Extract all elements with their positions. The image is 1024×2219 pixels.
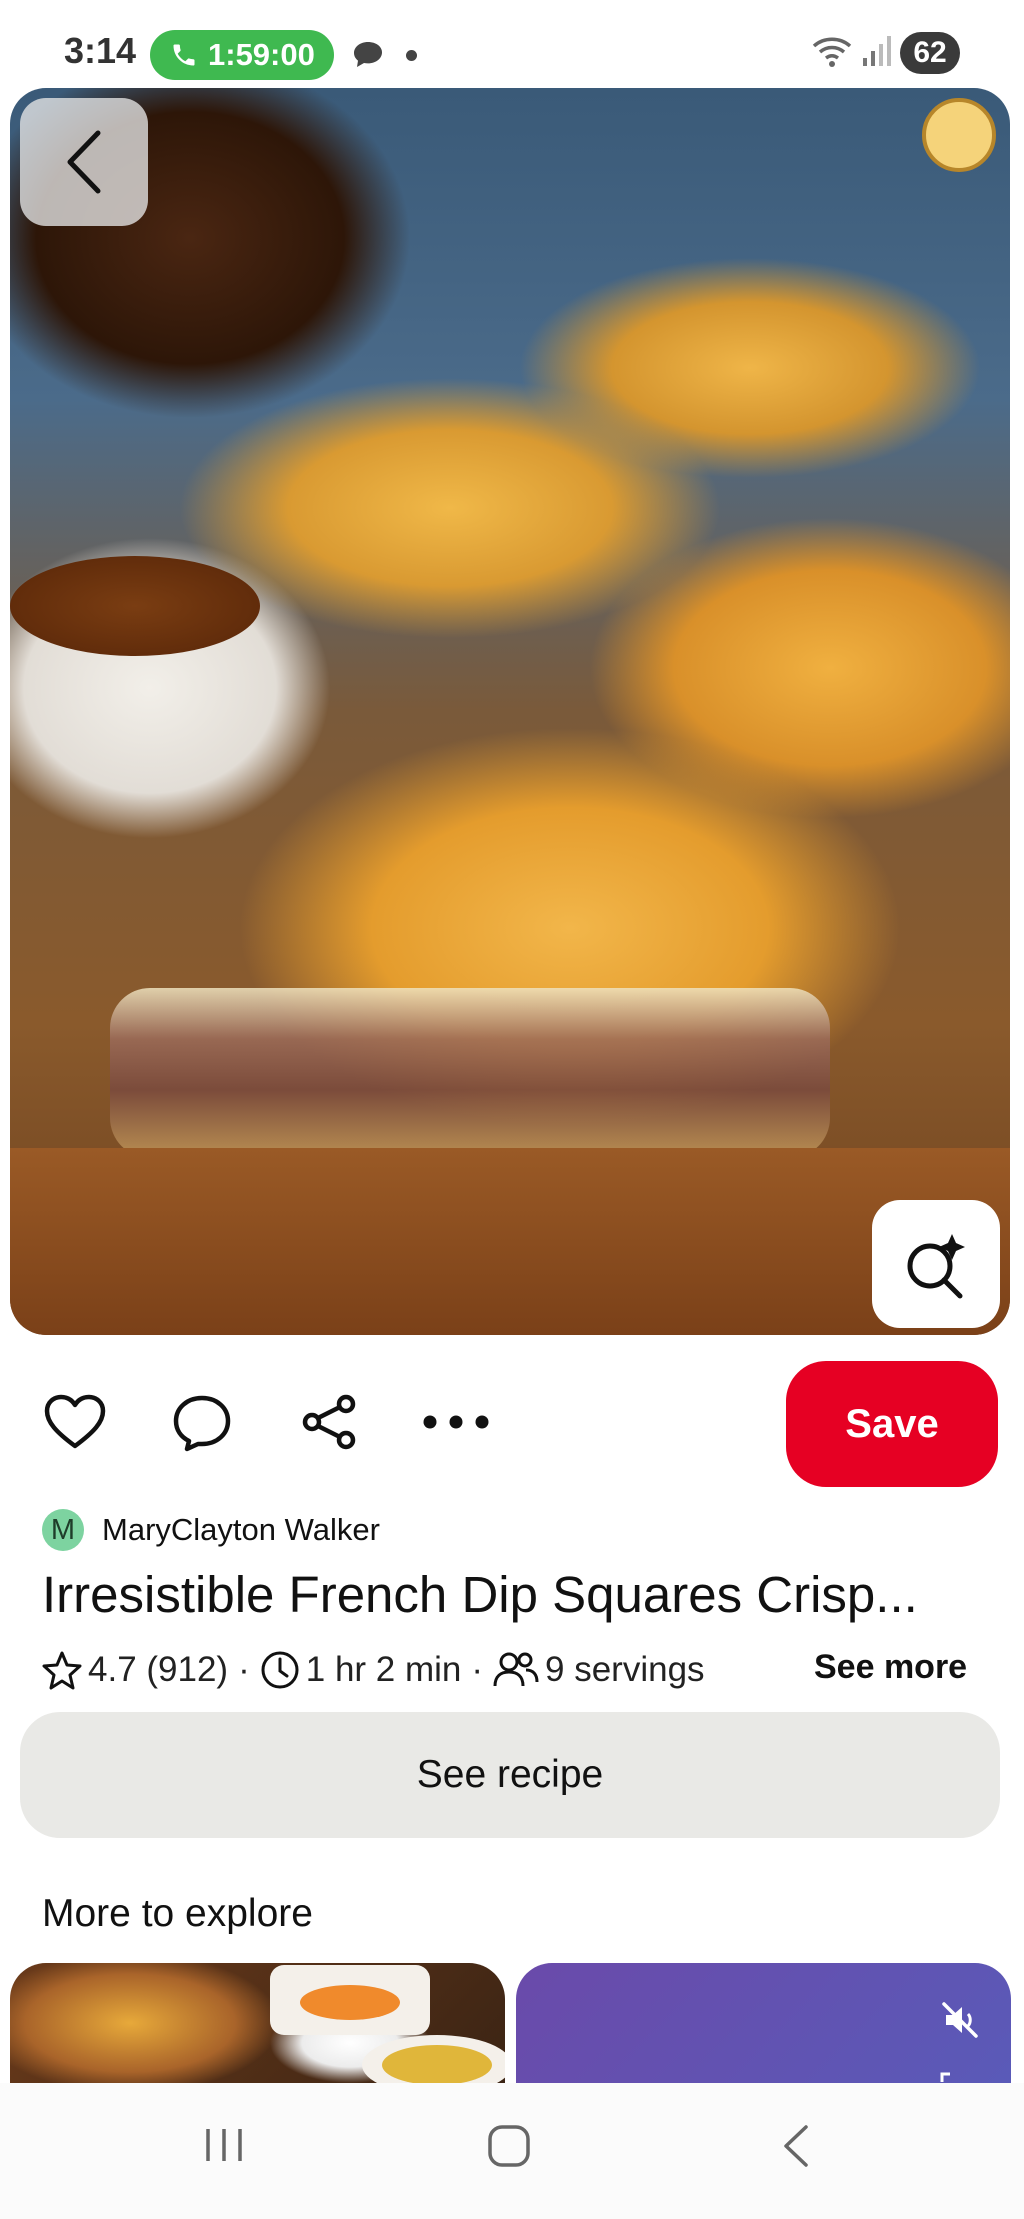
notification-dot bbox=[406, 50, 417, 61]
visual-search-button[interactable] bbox=[872, 1200, 1000, 1328]
see-recipe-button[interactable]: See recipe bbox=[20, 1712, 1000, 1838]
clock-icon bbox=[261, 1651, 299, 1689]
message-icon bbox=[354, 42, 382, 67]
home-icon[interactable] bbox=[486, 2123, 532, 2169]
status-bar: 3:14 1:59:00 62 bbox=[0, 0, 1024, 88]
people-icon bbox=[493, 1652, 539, 1687]
back-nav-icon[interactable] bbox=[778, 2123, 814, 2169]
image-cutting-board bbox=[10, 1148, 1010, 1335]
creator-logo-badge bbox=[922, 98, 996, 172]
more-to-explore-heading: More to explore bbox=[42, 1892, 313, 1935]
explore-pin-thumbnail[interactable] bbox=[10, 1963, 505, 2083]
image-dipping-bowl bbox=[10, 556, 260, 656]
explore-video-thumbnail[interactable] bbox=[516, 1963, 1011, 2083]
battery-indicator: 62 bbox=[900, 32, 960, 74]
thumbnail-bowl bbox=[270, 1965, 430, 2035]
back-button[interactable] bbox=[20, 98, 148, 226]
heart-icon[interactable] bbox=[44, 1394, 106, 1450]
comment-icon[interactable] bbox=[172, 1394, 232, 1452]
cook-time-text: 1 hr 2 min bbox=[305, 1650, 462, 1689]
recent-apps-icon[interactable] bbox=[202, 2123, 246, 2167]
status-time: 3:14 bbox=[64, 30, 137, 71]
pin-image[interactable] bbox=[10, 88, 1010, 1335]
creator-row[interactable]: M MaryClayton Walker bbox=[42, 1508, 380, 1552]
pin-title: Irresistible French Dip Squares Crisp... bbox=[42, 1566, 918, 1623]
muted-speaker-icon[interactable] bbox=[940, 2000, 980, 2040]
call-duration: 1:59:00 bbox=[208, 37, 315, 72]
save-button[interactable]: Save bbox=[786, 1361, 998, 1487]
chevron-left-icon bbox=[67, 130, 101, 194]
creator-avatar[interactable]: M bbox=[42, 1509, 84, 1551]
recipe-meta-row: 4.7 (912) · 1 hr 2 min · 9 servings bbox=[42, 1642, 705, 1698]
image-sandwich-filling bbox=[110, 988, 830, 1158]
servings-text: 9 servings bbox=[545, 1650, 705, 1689]
thumbnail-bowl bbox=[362, 2035, 505, 2083]
see-more-link[interactable]: See more bbox=[814, 1648, 967, 1687]
share-icon[interactable] bbox=[300, 1394, 358, 1450]
signal-icon bbox=[863, 36, 891, 66]
wifi-icon bbox=[812, 37, 852, 67]
star-icon bbox=[42, 1651, 82, 1690]
rating-text: 4.7 (912) bbox=[88, 1650, 229, 1689]
lens-sparkle-icon bbox=[907, 1234, 965, 1299]
meta-separator: · bbox=[471, 1650, 484, 1689]
meta-separator: · bbox=[238, 1650, 250, 1689]
ongoing-call-pill[interactable]: 1:59:00 bbox=[150, 30, 334, 80]
phone-icon bbox=[173, 44, 195, 66]
system-navigation-bar bbox=[0, 2083, 1024, 2219]
creator-name[interactable]: MaryClayton Walker bbox=[102, 1512, 380, 1548]
more-options-icon[interactable] bbox=[422, 1414, 490, 1430]
